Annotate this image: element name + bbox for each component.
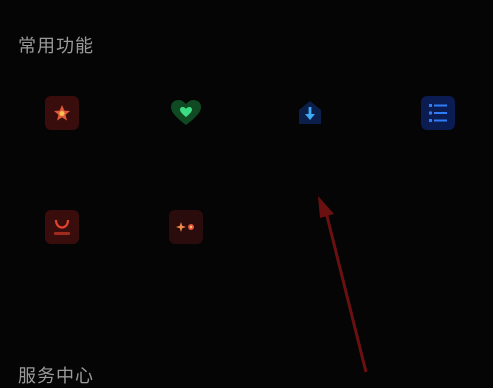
annotation-arrow <box>318 196 368 373</box>
section-title-service: 服务中心 <box>18 366 94 387</box>
